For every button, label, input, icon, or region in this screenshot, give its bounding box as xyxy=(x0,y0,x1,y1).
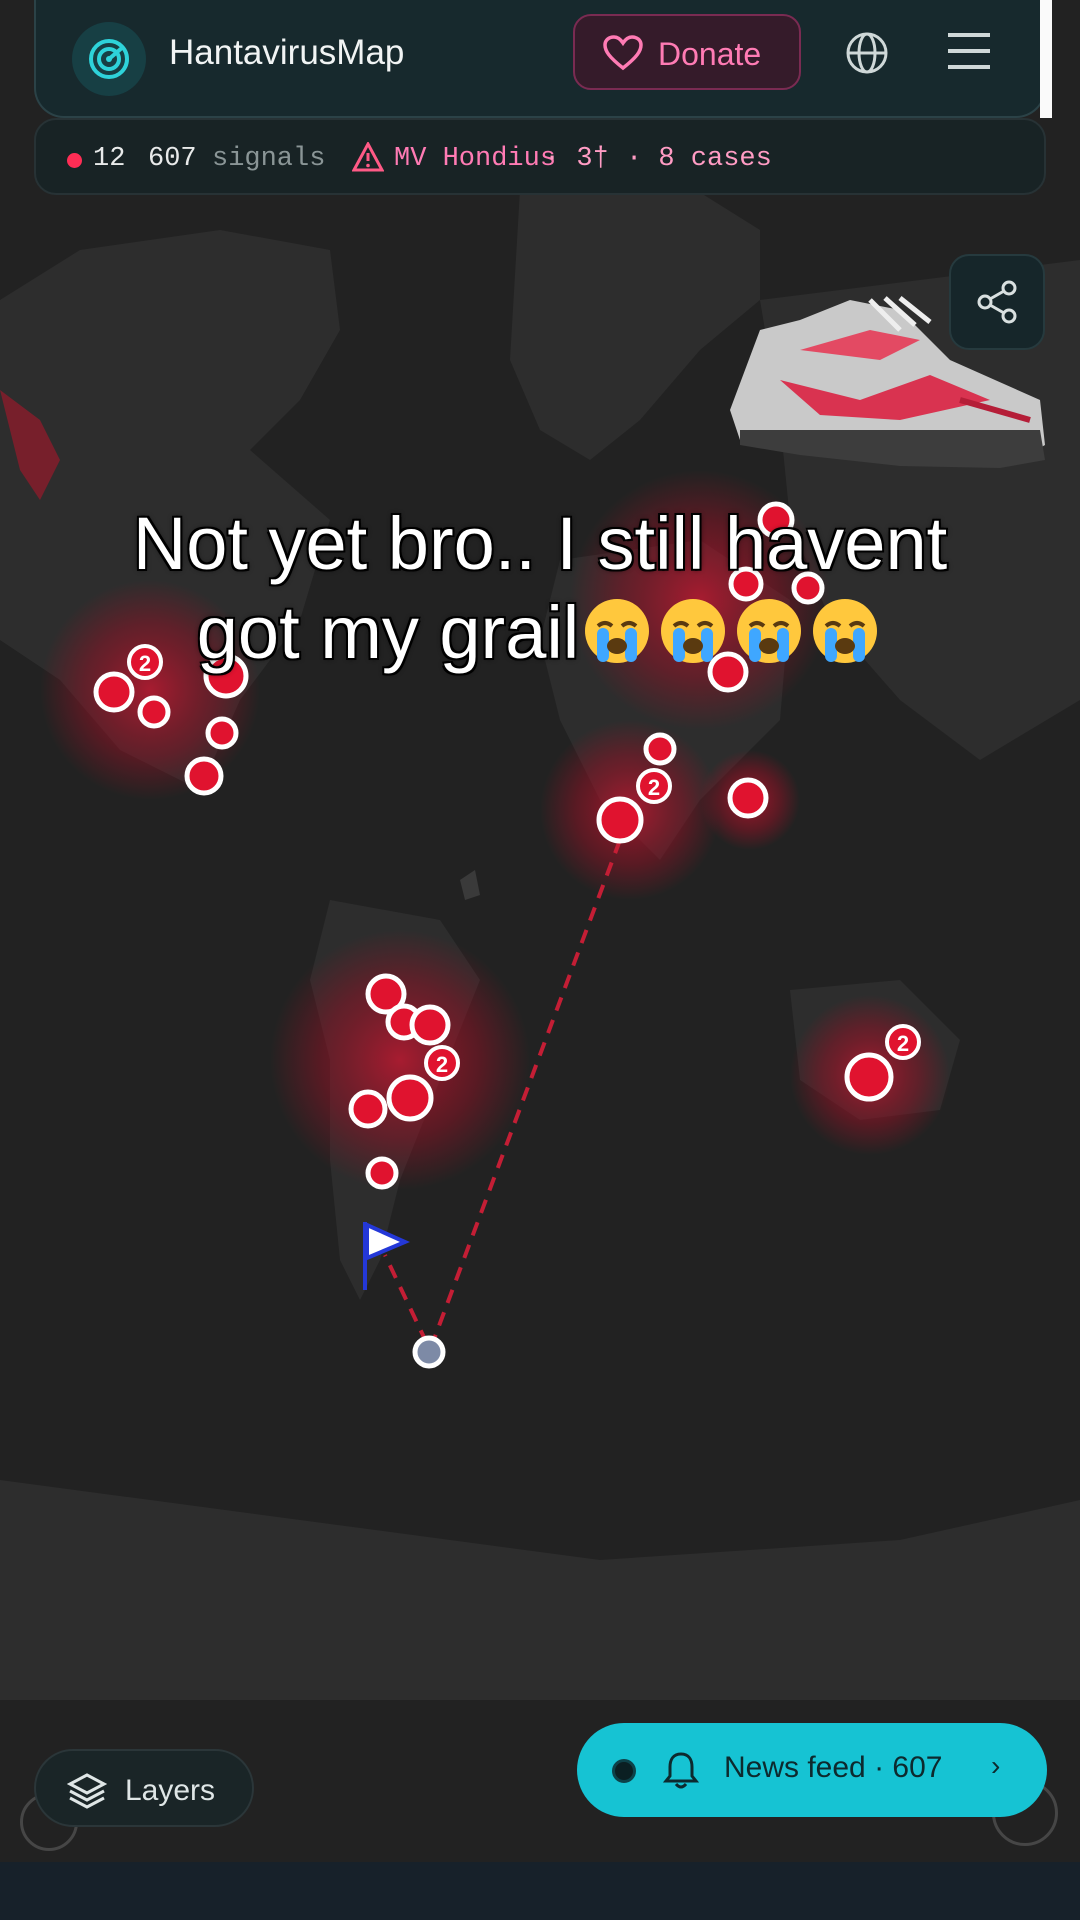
case-marker[interactable] xyxy=(409,1004,451,1046)
case-marker[interactable] xyxy=(184,756,224,796)
cluster-count: 2 xyxy=(897,1031,909,1056)
share-icon xyxy=(977,280,1017,324)
cluster-marker-africa[interactable]: 2 xyxy=(636,768,672,804)
news-feed-indicator xyxy=(612,1759,636,1783)
status-bar[interactable]: 12 607 signals MV Hondius · 3† · 8 cases xyxy=(34,118,1046,195)
radar-logo-icon[interactable] xyxy=(72,22,146,96)
ship-name[interactable]: MV Hondius xyxy=(394,144,556,174)
donate-label: Donate xyxy=(658,36,762,72)
signals-label: signals xyxy=(212,144,326,174)
cluster-count: 2 xyxy=(648,775,660,800)
ship-cases: · 8 cases xyxy=(626,144,772,174)
cluster-marker-asia[interactable]: 2 xyxy=(885,1024,921,1060)
top-bar: HantavirusMap Donate xyxy=(34,0,1046,118)
app-title: HantavirusMap xyxy=(169,33,405,72)
layers-label: Layers xyxy=(125,1774,216,1807)
cluster-marker-sa[interactable]: 2 xyxy=(424,1045,460,1081)
news-feed-button[interactable]: News feed · 607 › xyxy=(577,1723,1047,1817)
share-button[interactable] xyxy=(949,254,1045,350)
case-marker[interactable] xyxy=(596,796,644,844)
caption-line-2-text: got my grail xyxy=(196,591,580,674)
case-marker[interactable] xyxy=(727,777,769,819)
live-indicator-dot xyxy=(67,153,82,168)
heart-icon xyxy=(603,35,643,71)
ship-deaths: · 3† xyxy=(544,144,609,174)
chevron-right-icon: › xyxy=(991,1750,1001,1781)
hamburger-menu-icon[interactable] xyxy=(946,30,992,72)
case-marker[interactable] xyxy=(844,1052,894,1102)
warning-icon xyxy=(352,142,384,172)
crying-face-emoji-icon xyxy=(661,599,726,663)
news-feed-label: News feed · 607 xyxy=(724,1751,943,1784)
bottom-nav-bar xyxy=(0,1862,1080,1920)
case-marker[interactable] xyxy=(386,1074,434,1122)
case-marker[interactable] xyxy=(643,732,677,766)
caption-line-1: Not yet bro.. I still havent xyxy=(132,502,948,585)
bell-icon xyxy=(663,1752,699,1789)
crying-face-emoji-icon xyxy=(585,599,650,663)
video-caption: Not yet bro.. I still havent got my grai… xyxy=(40,500,1040,677)
signals-number: 607 xyxy=(148,144,197,174)
crying-face-emoji-icon xyxy=(737,599,802,663)
layers-icon xyxy=(67,1773,107,1809)
case-marker[interactable] xyxy=(205,716,239,750)
crying-face-emoji-icon xyxy=(813,599,878,663)
ship-position-marker[interactable] xyxy=(412,1335,446,1369)
case-marker[interactable] xyxy=(137,695,171,729)
case-marker[interactable] xyxy=(365,1156,399,1190)
world-map[interactable]: 2 2 2 2 xyxy=(0,0,1080,1920)
layers-button[interactable]: Layers xyxy=(34,1749,254,1827)
caption-line-2: got my grail xyxy=(40,588,1040,677)
donate-button[interactable]: Donate xyxy=(573,14,801,90)
cluster-count: 2 xyxy=(436,1052,448,1077)
globe-icon[interactable] xyxy=(844,30,890,76)
case-marker[interactable] xyxy=(93,671,135,713)
case-marker[interactable] xyxy=(348,1089,388,1129)
edge-strip xyxy=(1040,0,1052,118)
status-count: 12 xyxy=(93,144,126,174)
